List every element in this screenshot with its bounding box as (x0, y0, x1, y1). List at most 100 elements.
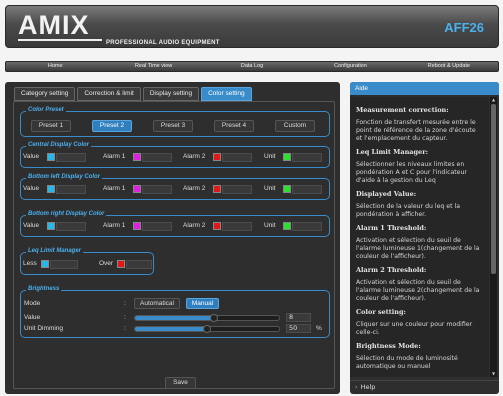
preset-4-button[interactable]: Preset 4 (214, 120, 254, 132)
alarm1-label: Alarm 1 (103, 222, 126, 229)
help-scrollbar[interactable]: ▲ ▼ (490, 97, 497, 377)
central-display-color-group: Central Display Color Value Alarm 1 Alar… (20, 142, 330, 168)
alarm1-color-swatch[interactable] (133, 153, 141, 161)
alarm2-color-swatch[interactable] (213, 222, 221, 230)
group-title: Bottom left Display Color (26, 174, 103, 180)
value-label: Value (24, 314, 41, 321)
alarm1-color-swatch[interactable] (133, 185, 141, 193)
help-section-text: Sélectionner les niveaux limites en pond… (356, 161, 467, 184)
less-label: Less (23, 260, 37, 267)
less-color-swatch[interactable] (41, 260, 49, 268)
over-color-swatch[interactable] (117, 260, 125, 268)
custom-preset-button[interactable]: Custom (275, 120, 315, 132)
unit-dimming-slider[interactable] (134, 325, 280, 333)
help-section-text: Activation et sélection du seuil de l'al… (356, 279, 480, 302)
unit-label: Unit (264, 222, 276, 229)
unit-label: Unit (264, 153, 276, 160)
alarm1-label: Alarm 1 (103, 185, 126, 192)
unit-color-field (292, 153, 322, 162)
value-label: Value (23, 185, 40, 192)
help-section-title: Leq Limit Manager: (356, 148, 429, 156)
help-section-text: Sélection du mode de luminosité automati… (356, 355, 458, 370)
nav-reboot-update[interactable]: Reboot & Update (400, 62, 498, 71)
main-nav: Home Real Time view Data Log Configurati… (5, 61, 499, 72)
value-separator: : (124, 314, 126, 321)
scroll-thumb[interactable] (491, 104, 496, 274)
scroll-up-arrow-icon[interactable]: ▲ (490, 97, 497, 103)
leq-limit-manager-group: Leq Limit Manager Less Over (20, 248, 154, 275)
nav-configuration[interactable]: Configuration (301, 62, 399, 71)
nav-real-time-view[interactable]: Real Time view (104, 62, 202, 71)
unit-color-swatch[interactable] (283, 153, 291, 161)
settings-panel: Category setting Correction & limit Disp… (5, 82, 340, 394)
alarm2-label: Alarm 2 (183, 153, 206, 160)
slider-handle[interactable] (210, 314, 219, 322)
percent-unit: % (316, 325, 322, 332)
alarm2-color-swatch[interactable] (213, 153, 221, 161)
alarm1-color-field (142, 153, 172, 162)
preset-3-button[interactable]: Preset 3 (153, 120, 193, 132)
alarm2-label: Alarm 2 (183, 185, 206, 192)
nav-data-log[interactable]: Data Log (203, 62, 301, 71)
unit-color-swatch[interactable] (283, 222, 291, 230)
value-label: Value (23, 153, 40, 160)
help-section-title: Brightness Mode: (356, 342, 421, 350)
chevron-right-icon: › (355, 383, 358, 391)
group-title: Bottom right Display Color (26, 211, 107, 217)
tab-color-setting[interactable]: Color setting (201, 87, 252, 101)
value-color-field (56, 153, 86, 162)
alarm1-color-swatch[interactable] (133, 222, 141, 230)
preset-2-button[interactable]: Preset 2 (92, 120, 132, 132)
group-title: Leq Limit Manager (26, 248, 84, 254)
tab-display-setting[interactable]: Display setting (142, 87, 200, 101)
alarm2-color-field (222, 222, 252, 231)
help-panel: Aide Measurement correction: Fonction de… (350, 82, 499, 394)
logo-underline (18, 39, 102, 41)
manual-mode-button[interactable]: Manual (186, 298, 219, 309)
help-section-title: Alarm 2 Threshold: (356, 266, 427, 274)
value-color-swatch[interactable] (47, 153, 55, 161)
slider-handle[interactable] (203, 325, 211, 333)
help-section-title: Displayed Value: (356, 190, 417, 198)
settings-tabs: Category setting Correction & limit Disp… (14, 87, 252, 101)
slider-fill (135, 327, 207, 331)
value-label: Value (23, 222, 40, 229)
value-color-field (56, 185, 86, 194)
unit-dimming-input[interactable]: 50 (286, 324, 311, 333)
nav-home[interactable]: Home (6, 62, 104, 71)
alarm1-color-field (142, 185, 172, 194)
mode-separator: : (124, 300, 126, 307)
help-panel-header[interactable]: Aide (350, 82, 499, 95)
preset-1-button[interactable]: Preset 1 (31, 120, 71, 132)
value-color-swatch[interactable] (47, 185, 55, 193)
brightness-value-input[interactable]: 8 (286, 313, 311, 322)
help-footer[interactable]: › Help (350, 380, 499, 393)
over-label: Over (99, 260, 114, 267)
alarm2-label: Alarm 2 (183, 222, 206, 229)
help-section-title: Measurement correction: (356, 106, 449, 114)
unit-color-swatch[interactable] (283, 185, 291, 193)
tab-category-setting[interactable]: Category setting (14, 87, 76, 101)
brightness-value-slider[interactable] (134, 314, 280, 322)
unit-dimming-label: Unit Dimming (24, 325, 64, 332)
bottom-right-display-color-group: Bottom right Display Color Value Alarm 1… (20, 211, 330, 237)
automatical-mode-button[interactable]: Automatical (134, 298, 180, 309)
brightness-group: Brightness Mode : Automatical Manual Val… (20, 286, 330, 338)
mode-label: Mode (24, 300, 41, 307)
help-section-text: Sélection de la valeur du leq et la pond… (356, 203, 461, 218)
bottom-left-display-color-group: Bottom left Display Color Value Alarm 1 … (20, 174, 330, 200)
tab-correction-limit[interactable]: Correction & limit (77, 87, 141, 101)
help-section-text: Cliquer sur une couleur pour modifier ce… (356, 321, 473, 336)
save-button[interactable]: Save (165, 377, 196, 389)
help-section-text: Fonction de transfert mesurée entre le p… (356, 119, 476, 142)
group-title: Brightness (26, 286, 62, 292)
scroll-down-arrow-icon[interactable]: ▼ (490, 371, 497, 377)
less-color-field (50, 260, 78, 269)
help-content: Measurement correction: Fonction de tran… (350, 97, 489, 377)
alarm2-color-swatch[interactable] (213, 185, 221, 193)
unit-color-field (292, 222, 322, 231)
alarm2-color-field (222, 185, 252, 194)
value-color-swatch[interactable] (47, 222, 55, 230)
group-title: Central Display Color (26, 142, 92, 148)
app-header: AMIX PROFESSIONAL AUDIO EQUIPMENT AFF26 (5, 5, 499, 48)
